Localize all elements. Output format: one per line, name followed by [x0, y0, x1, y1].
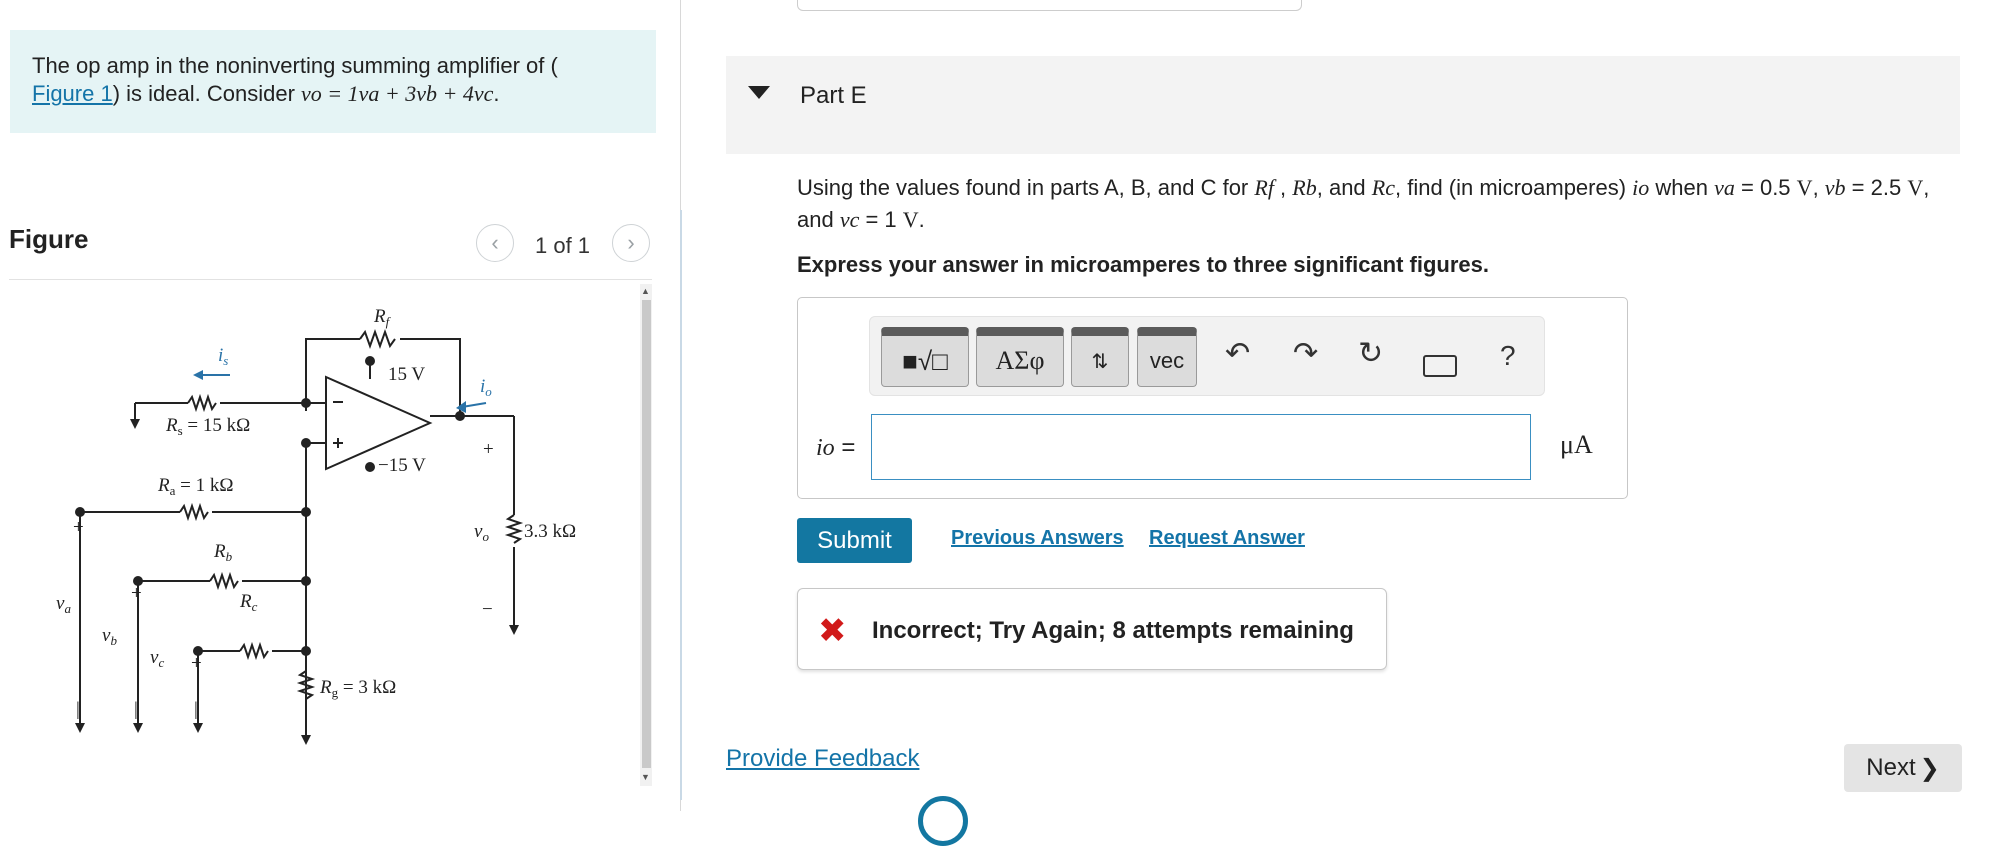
scroll-down-icon[interactable]: ▼ — [641, 772, 650, 782]
label-va: va — [56, 593, 71, 616]
label-rc: Rc — [239, 591, 258, 614]
equation-end: . — [493, 81, 500, 106]
answer-label: io = — [816, 434, 856, 461]
keyboard-icon[interactable] — [1423, 355, 1457, 377]
label-vc-minus: | — [194, 699, 198, 720]
next-button[interactable]: Next ❯ — [1844, 744, 1962, 792]
part-title: Part E — [800, 82, 867, 109]
subscript-superscript-icon: ⇅ — [1091, 350, 1109, 373]
figure-link[interactable]: Figure 1 — [32, 81, 113, 106]
chevron-right-icon: ❯ — [1919, 754, 1940, 782]
equation: vo = 1va + 3vb + 4vc — [301, 81, 494, 106]
label-output-minus: − — [482, 599, 493, 620]
question-text: Using the values found in parts A, B, an… — [797, 175, 1930, 232]
label-load: 3.3 kΩ — [524, 521, 576, 542]
intro-text-2: ) is ideal. Consider — [112, 81, 302, 106]
label-rf: Rf — [373, 306, 392, 329]
label-rb: Rb — [213, 541, 233, 564]
redo-icon[interactable]: ↷ — [1293, 336, 1318, 371]
label-ra: Ra = 1 kΩ — [157, 475, 233, 498]
label-vc-plus: + — [191, 653, 202, 674]
submit-button[interactable]: Submit — [797, 518, 912, 563]
answer-unit: μA — [1560, 430, 1593, 459]
figure-next-button[interactable]: › — [612, 224, 650, 262]
answer-input[interactable] — [871, 414, 1531, 480]
reset-icon[interactable]: ↻ — [1358, 336, 1383, 371]
label-vminus: −15 V — [378, 455, 426, 476]
label-rg: Rg = 3 kΩ — [319, 677, 396, 700]
request-answer-link[interactable]: Request Answer — [1149, 527, 1305, 550]
scroll-up-icon[interactable]: ▲ — [641, 286, 650, 296]
label-vplus: 15 V — [388, 364, 425, 385]
help-chat-icon[interactable] — [918, 796, 968, 846]
panel-divider-accent — [680, 210, 682, 800]
label-va-plus: + — [73, 517, 84, 538]
vector-button[interactable]: vec — [1137, 327, 1197, 387]
label-vo: vo — [474, 521, 489, 544]
chevron-right-icon: › — [627, 230, 635, 255]
x-mark-icon: ✖ — [818, 612, 847, 650]
intro-text: The op amp in the noninverting summing a… — [32, 53, 558, 78]
label-vc: vc — [150, 647, 164, 670]
provide-feedback-link[interactable]: Provide Feedback — [726, 745, 919, 773]
label-va-minus: | — [76, 699, 80, 720]
subscript-superscript-button[interactable]: ⇅ — [1071, 327, 1129, 387]
label-vb-minus: | — [134, 699, 138, 720]
instruction-text: Express your answer in microamperes to t… — [797, 252, 1490, 277]
circuit-figure: Rf is 15 V io Rs = 15 kΩ −15 V + Ra = 1 … — [56, 306, 576, 745]
help-button[interactable]: ? — [1500, 340, 1516, 372]
label-vb-plus: + — [131, 583, 142, 604]
previous-part-card — [797, 0, 1302, 11]
figure-divider — [9, 279, 652, 280]
label-output-plus: + — [483, 439, 494, 460]
label-rs: Rs = 15 kΩ — [165, 415, 250, 438]
part-header[interactable] — [726, 56, 1960, 154]
undo-icon[interactable]: ↶ — [1225, 336, 1250, 371]
label-io: io — [480, 376, 492, 399]
caret-down-icon[interactable] — [748, 86, 770, 99]
chevron-left-icon: ‹ — [491, 230, 499, 255]
templates-button[interactable]: ■√□ — [881, 327, 969, 387]
previous-answers-link[interactable]: Previous Answers — [951, 527, 1124, 550]
figure-counter: 1 of 1 — [535, 233, 591, 258]
figure-title: Figure — [9, 224, 89, 254]
problem-statement: The op amp in the noninverting summing a… — [10, 30, 656, 133]
feedback-text: Incorrect; Try Again; 8 attempts remaini… — [872, 617, 1354, 644]
greek-symbols-button[interactable]: ΑΣφ — [976, 327, 1064, 387]
figure-scroll-thumb[interactable] — [642, 300, 651, 768]
label-vb: vb — [102, 625, 117, 648]
fraction-sqrt-template-icon: ■√□ — [902, 345, 948, 376]
label-is: is — [218, 345, 228, 368]
figure-prev-button[interactable]: ‹ — [476, 224, 514, 262]
